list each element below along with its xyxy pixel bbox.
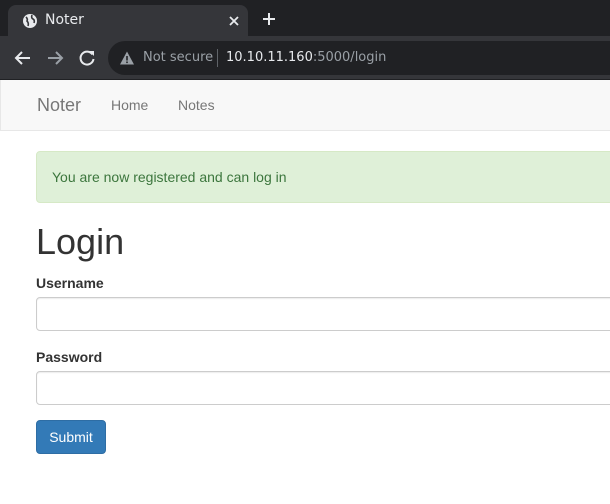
plus-icon[interactable]: [261, 11, 277, 27]
address-bar[interactable]: Not secure 10.10.11.160:5000/login: [108, 41, 610, 75]
url-path: :5000/login: [312, 50, 387, 65]
username-label: Username: [36, 275, 104, 291]
success-alert: You are now registered and can log in: [36, 151, 610, 203]
tab-title: Noter: [45, 12, 84, 28]
alert-message: You are now registered and can log in: [52, 169, 287, 185]
nav-link-notes[interactable]: Notes: [178, 97, 215, 113]
browser-tab[interactable]: Noter: [8, 5, 248, 36]
submit-button[interactable]: Submit: [36, 420, 106, 454]
username-input[interactable]: [36, 297, 610, 331]
url-text[interactable]: 10.10.11.160:5000/login: [226, 50, 386, 65]
warning-triangle-icon[interactable]: [119, 50, 135, 66]
address-divider: [217, 49, 218, 67]
nav-link-home[interactable]: Home: [111, 97, 148, 113]
page-title: Login: [36, 221, 125, 262]
browser-tab-strip: Noter: [0, 0, 610, 36]
navbar-brand[interactable]: Noter: [37, 95, 81, 116]
password-label: Password: [36, 349, 103, 365]
security-label[interactable]: Not secure: [143, 50, 213, 65]
reload-icon[interactable]: [78, 49, 96, 67]
url-host: 10.10.11.160: [226, 50, 313, 65]
forward-arrow-icon[interactable]: [46, 49, 64, 67]
browser-toolbar: Not secure 10.10.11.160:5000/login: [0, 36, 610, 80]
close-icon[interactable]: [226, 13, 242, 29]
globe-icon: [23, 14, 37, 28]
site-navbar: Noter Home Notes: [0, 80, 610, 131]
back-arrow-icon[interactable]: [14, 49, 32, 67]
password-input[interactable]: [36, 371, 610, 405]
